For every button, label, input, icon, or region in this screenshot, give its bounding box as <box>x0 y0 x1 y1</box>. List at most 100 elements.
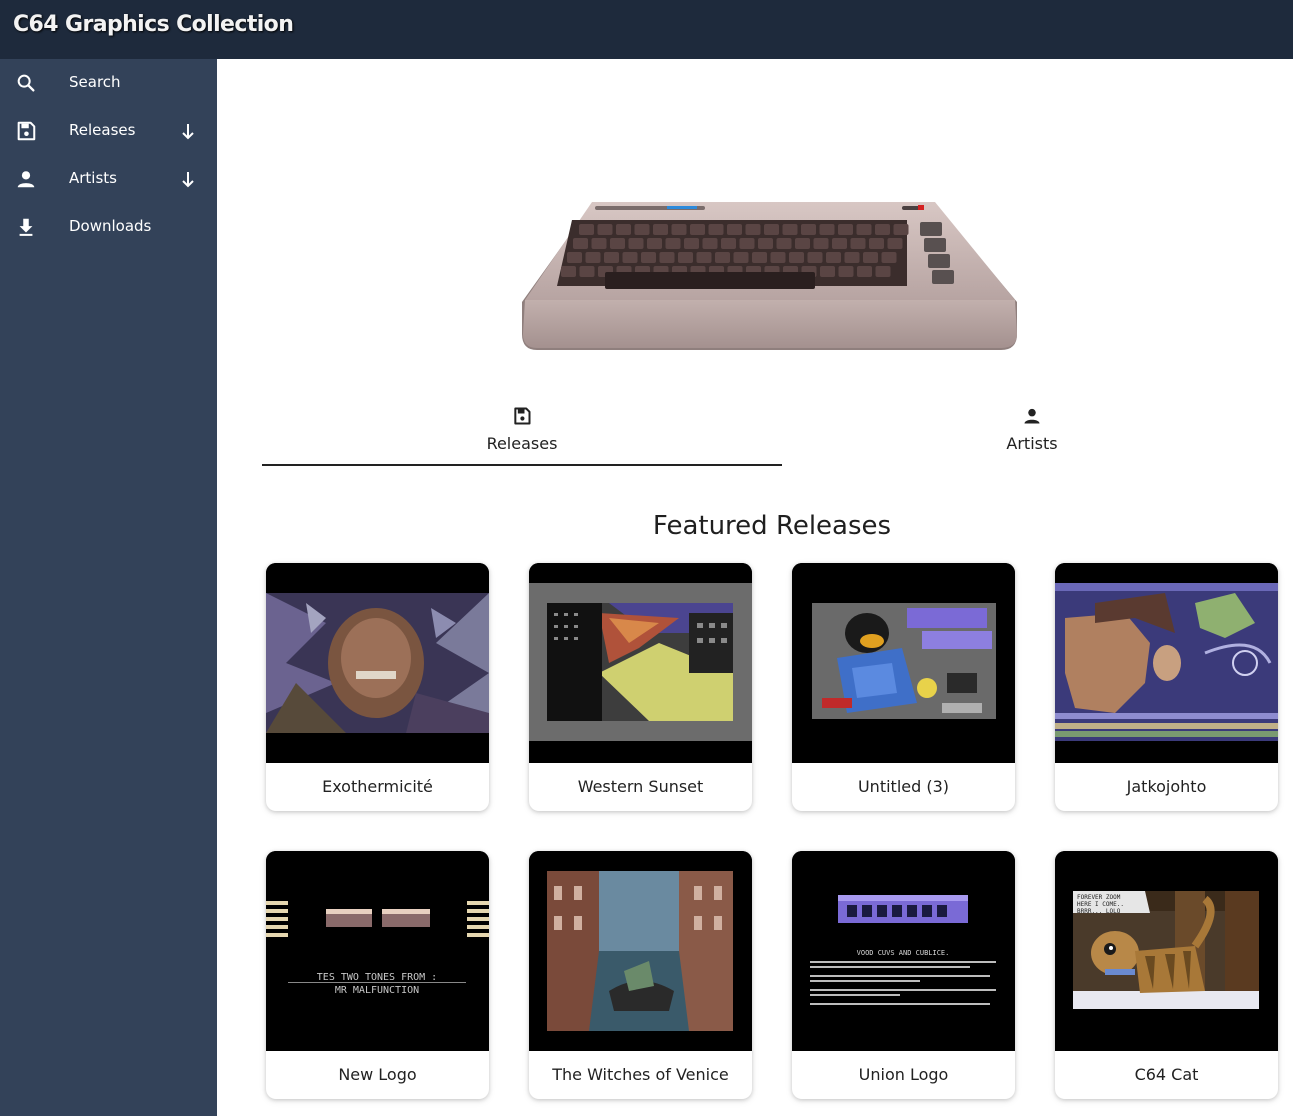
release-thumbnail <box>266 563 489 763</box>
keyboard-key <box>782 224 798 235</box>
keyboard-key <box>776 238 792 249</box>
keyboard-key <box>591 238 607 249</box>
keyboard-key <box>745 224 761 235</box>
image-text: MR MALFUNCTION <box>335 985 419 996</box>
search-icon <box>15 72 37 94</box>
keyboard-key <box>678 252 693 263</box>
sidebar-item-label: Artists <box>69 169 117 187</box>
keyboard-key <box>789 252 804 263</box>
image-text: FOREVER ZOOM <box>1077 894 1121 901</box>
keyboard-key <box>628 238 644 249</box>
keyboard-key <box>863 252 878 263</box>
download-icon <box>15 216 37 238</box>
keyboard-key <box>881 252 897 263</box>
keyboard-key <box>770 252 786 263</box>
release-title: Exothermicité <box>322 777 433 796</box>
keyboard-key <box>838 266 854 277</box>
tab-artists[interactable]: Artists <box>772 400 1292 467</box>
release-thumbnail <box>529 563 752 763</box>
release-title: Union Logo <box>858 1065 949 1084</box>
release-card[interactable]: Exothermicité <box>266 563 489 811</box>
keyboard-key <box>671 224 687 235</box>
person-icon <box>15 168 37 190</box>
release-title: Western Sunset <box>577 777 704 796</box>
keyboard-key <box>597 224 613 235</box>
release-card[interactable]: Jatkojohto <box>1055 563 1278 811</box>
release-thumbnail <box>1055 563 1278 763</box>
release-title: Untitled (3) <box>857 777 950 796</box>
keyboard-key <box>604 252 619 263</box>
person-icon <box>1022 406 1042 426</box>
image-text: TES TWO TONES FROM : <box>317 972 437 983</box>
arrow-down-icon[interactable] <box>178 168 198 190</box>
release-thumbnail: TES TWO TONES FROM : MR MALFUNCTION <box>266 851 489 1051</box>
tab-selected-indicator <box>262 464 782 466</box>
arrow-down-icon[interactable] <box>178 120 198 142</box>
keyboard-key <box>622 252 638 263</box>
keyboard-key <box>838 224 853 235</box>
keyboard-key <box>820 266 835 277</box>
release-card[interactable]: Untitled (3) <box>792 563 1015 811</box>
keyboard-key <box>573 238 588 249</box>
keyboard-key <box>887 238 903 249</box>
keyboard-key <box>715 252 730 263</box>
tab-releases[interactable]: Releases <box>262 400 782 467</box>
keyboard-key <box>856 224 872 235</box>
sidebar-item-search[interactable]: Search <box>0 59 217 107</box>
sidebar-item-releases[interactable]: Releases <box>0 107 217 155</box>
keyboard-key <box>758 238 773 249</box>
keyboard-key <box>708 224 724 235</box>
keyboard-key <box>653 224 668 235</box>
keyboard-key <box>826 252 841 263</box>
tab-label: Releases <box>486 434 558 453</box>
keyboard-key <box>641 252 656 263</box>
keyboard-key <box>844 252 860 263</box>
floppy-disk-icon <box>15 120 37 142</box>
main-content: Releases Artists Featured Releases Exoth… <box>217 59 1293 1116</box>
keyboard-key <box>893 224 909 235</box>
release-card[interactable]: TES TWO TONES FROM : MR MALFUNCTION New … <box>266 851 489 1099</box>
release-thumbnail <box>529 851 752 1051</box>
keyboard-key <box>869 238 884 249</box>
keyboard-key <box>721 238 736 249</box>
keyboard-key <box>579 224 594 235</box>
sidebar-item-downloads[interactable]: Downloads <box>0 203 217 251</box>
image-text: BRRR... LOLO <box>1077 908 1121 915</box>
floppy-disk-icon <box>512 406 532 426</box>
keyboard-key <box>807 252 823 263</box>
tab-label: Artists <box>1006 434 1058 453</box>
image-text: VOOD CUVS AND CUBLICE. <box>857 949 950 957</box>
keyboard-key <box>659 252 675 263</box>
keyboard-key <box>702 238 718 249</box>
keyboard-key <box>579 266 595 277</box>
keyboard-key <box>585 252 601 263</box>
keyboard-key <box>561 266 576 277</box>
keyboard-key <box>665 238 681 249</box>
keyboard-key <box>875 224 890 235</box>
sidebar-item-artists[interactable]: Artists <box>0 155 217 203</box>
release-card[interactable]: The Witches of Venice <box>529 851 752 1099</box>
keyboard-key <box>764 224 779 235</box>
image-text: HERE I COME.. <box>1077 901 1124 908</box>
release-card[interactable]: VOOD CUVS AND CUBLICE. Union Logo <box>792 851 1015 1099</box>
keyboard-key <box>567 252 582 263</box>
keyboard-key <box>733 252 749 263</box>
keyboard-key <box>647 238 662 249</box>
app-title[interactable]: C64 Graphics Collection <box>13 12 294 37</box>
keyboard-key <box>857 266 872 277</box>
keyboard-key <box>684 238 699 249</box>
keyboard-key <box>610 238 625 249</box>
keyboard-key <box>801 224 816 235</box>
keyboard-key <box>634 224 650 235</box>
sidebar-item-label: Releases <box>69 121 136 139</box>
keyboard-key <box>616 224 631 235</box>
tab-bar: Releases Artists <box>262 400 1282 467</box>
release-title: The Witches of Venice <box>552 1065 729 1084</box>
release-card[interactable]: Western Sunset <box>529 563 752 811</box>
sidebar: Search Releases Artists Downloads <box>0 59 217 1116</box>
keyboard-key <box>875 266 891 277</box>
release-card[interactable]: FOREVER ZOOM HERE I COME.. BRRR... LOLO … <box>1055 851 1278 1099</box>
keyboard-key <box>739 238 755 249</box>
keyboard-key <box>850 238 866 249</box>
release-title: C64 Cat <box>1134 1065 1199 1084</box>
